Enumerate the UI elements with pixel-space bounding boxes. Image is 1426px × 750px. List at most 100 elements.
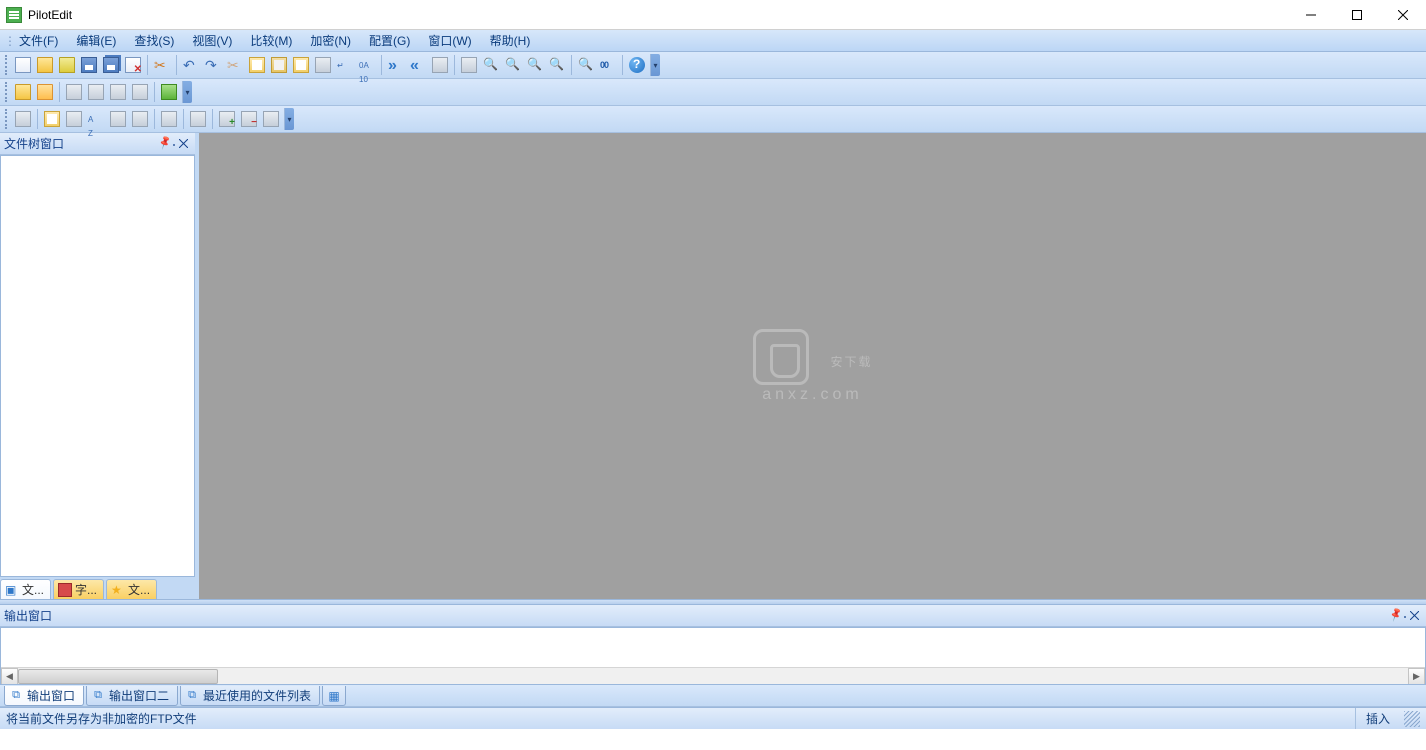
output-hscrollbar[interactable]: ◀ ▶: [1, 667, 1425, 684]
output-tab-2[interactable]: 输出窗口二: [86, 686, 178, 706]
line-number-button[interactable]: 00: [597, 54, 619, 76]
sync-button[interactable]: [129, 81, 151, 103]
menu-help[interactable]: 帮助(H): [481, 30, 540, 51]
collapse-button[interactable]: [158, 108, 180, 130]
sidebar-tab-char[interactable]: 字...: [53, 579, 104, 599]
new-file-button[interactable]: [12, 54, 34, 76]
save-icon: [81, 57, 97, 73]
select-line-icon: [315, 57, 331, 73]
add-button[interactable]: [216, 108, 238, 130]
ftp-save-button[interactable]: [34, 81, 56, 103]
help-button[interactable]: [626, 54, 648, 76]
scroll-thumb[interactable]: [18, 669, 218, 684]
outdent-button[interactable]: [129, 108, 151, 130]
output-pin-button[interactable]: [1390, 608, 1406, 624]
output-tab-2-label: 输出窗口二: [109, 687, 169, 704]
replace-button[interactable]: [524, 54, 546, 76]
bookmark-button[interactable]: [575, 54, 597, 76]
ftp-open-button[interactable]: [12, 81, 34, 103]
menu-window[interactable]: 窗口(W): [419, 30, 480, 51]
scroll-track[interactable]: [18, 668, 1408, 685]
toolbar2-overflow[interactable]: [182, 81, 192, 103]
run-script-icon: [161, 84, 177, 100]
paste-col-button[interactable]: [290, 54, 312, 76]
menu-encrypt[interactable]: 加密(N): [301, 30, 360, 51]
find-in-files-button[interactable]: [546, 54, 568, 76]
find-button[interactable]: [458, 54, 480, 76]
toolbar3-grip[interactable]: [5, 109, 9, 129]
open-folder-button[interactable]: [56, 54, 78, 76]
close-button[interactable]: [1380, 0, 1426, 30]
sidebar-tab-file[interactable]: 文...: [0, 579, 51, 599]
find-prev-button[interactable]: [480, 54, 502, 76]
toolbar1-overflow[interactable]: [650, 54, 660, 76]
pin-button[interactable]: [159, 136, 175, 152]
hex-button[interactable]: 0A10: [356, 54, 378, 76]
line-number-icon: 00: [600, 57, 616, 73]
open-file-button[interactable]: [34, 54, 56, 76]
menu-view[interactable]: 视图(V): [183, 30, 241, 51]
output-tab-recent[interactable]: 最近使用的文件列表: [180, 686, 320, 706]
remove-button[interactable]: [238, 108, 260, 130]
find-icon: [461, 57, 477, 73]
output-body[interactable]: ◀ ▶: [0, 627, 1426, 685]
output-tab-grid[interactable]: [322, 686, 346, 706]
close-file-button[interactable]: [122, 54, 144, 76]
minimize-button[interactable]: [1288, 0, 1334, 30]
menu-find[interactable]: 查找(S): [125, 30, 183, 51]
title-bar: PilotEdit: [0, 0, 1426, 30]
menu-file[interactable]: 文件(F): [10, 30, 67, 51]
undo-button[interactable]: [180, 54, 202, 76]
toolbar2-grip[interactable]: [5, 82, 9, 102]
run-script-button[interactable]: [158, 81, 180, 103]
copy-button[interactable]: [246, 54, 268, 76]
compare-folders-button[interactable]: [85, 81, 107, 103]
toolbar3-overflow[interactable]: [284, 108, 294, 130]
sidebar-tab-fav[interactable]: 文...: [106, 579, 157, 599]
save-button[interactable]: [78, 54, 100, 76]
cut-button[interactable]: [151, 54, 173, 76]
menu-compare[interactable]: 比较(M): [241, 30, 301, 51]
output-close-button[interactable]: [1406, 608, 1422, 624]
panel-close-button[interactable]: [175, 136, 191, 152]
open-folder-icon: [59, 57, 75, 73]
paste-col-icon: [293, 57, 309, 73]
paste-button[interactable]: [268, 54, 290, 76]
menu-config[interactable]: 配置(G): [360, 30, 419, 51]
resize-grip[interactable]: [1404, 711, 1420, 727]
cut2-button[interactable]: [224, 54, 246, 76]
tree-button[interactable]: [12, 108, 34, 130]
refresh-icon: [66, 111, 82, 127]
menu-bar: ⋮ 文件(F) 编辑(E) 查找(S) 视图(V) 比较(M) 加密(N) 配置…: [0, 30, 1426, 52]
output-tabs: 输出窗口 输出窗口二 最近使用的文件列表: [0, 685, 1426, 707]
scroll-left-button[interactable]: ◀: [1, 668, 18, 685]
find-next-button[interactable]: [502, 54, 524, 76]
save-all-button[interactable]: [100, 54, 122, 76]
sort-button[interactable]: AZ: [85, 108, 107, 130]
options-button[interactable]: [260, 108, 282, 130]
word-wrap-button[interactable]: ↵: [334, 54, 356, 76]
goto-prev-button[interactable]: [407, 54, 429, 76]
merge-button[interactable]: [107, 81, 129, 103]
collapse-icon: [161, 111, 177, 127]
menu-edit[interactable]: 编辑(E): [67, 30, 125, 51]
panel-close-icon: [179, 139, 188, 148]
compare-files-button[interactable]: [63, 81, 85, 103]
indent-button[interactable]: [107, 108, 129, 130]
goto-line-button[interactable]: [429, 54, 451, 76]
sidebar-tab-file-label: 文...: [22, 581, 44, 598]
copy-path-button[interactable]: [41, 108, 63, 130]
cut-icon: [154, 57, 170, 73]
recent-tab-icon: [185, 689, 199, 703]
select-line-button[interactable]: [312, 54, 334, 76]
sep: [212, 109, 213, 129]
goto-next-button[interactable]: [385, 54, 407, 76]
maximize-button[interactable]: [1334, 0, 1380, 30]
output-tab-1[interactable]: 输出窗口: [4, 686, 84, 706]
refresh-button[interactable]: [63, 108, 85, 130]
toolbar1-grip[interactable]: [5, 55, 9, 75]
expand-button[interactable]: [187, 108, 209, 130]
file-tree-body[interactable]: [0, 155, 195, 577]
scroll-right-button[interactable]: ▶: [1408, 668, 1425, 685]
redo-button[interactable]: [202, 54, 224, 76]
